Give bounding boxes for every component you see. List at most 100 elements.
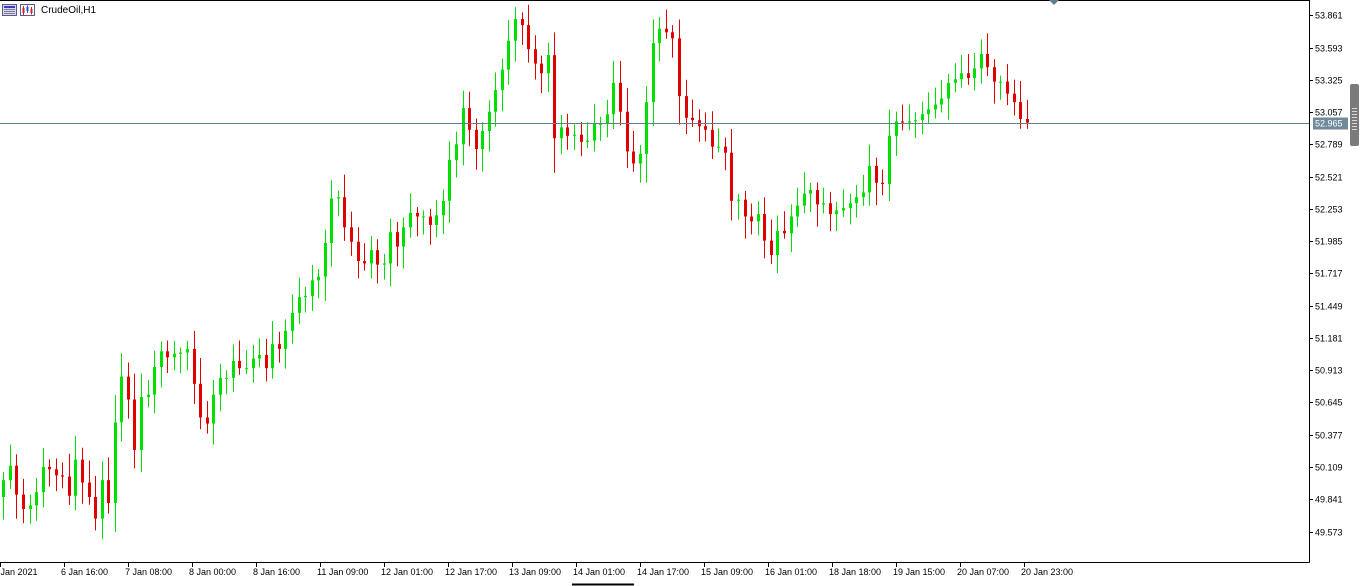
y-tick-label: 53.057 [1315,108,1343,118]
candle-body [888,135,891,184]
candle-body [442,200,445,216]
candle-body [488,111,491,132]
candle-body [291,312,294,331]
candle-body [580,134,583,142]
candle-body [258,354,261,359]
candle-body [376,250,379,265]
candle-body [343,197,346,228]
candle-body [160,351,163,367]
candle-body [566,127,569,136]
candle-body [724,146,727,153]
candle-body [763,214,766,241]
y-tick-label: 52.789 [1315,140,1343,150]
candle-body [967,73,970,79]
y-tick-label: 52.253 [1315,205,1343,215]
candle-body [337,197,340,199]
candle-body [324,242,327,277]
candle-body [252,358,255,369]
candle-body [809,190,812,194]
candle-body [1006,81,1009,94]
candle-body [816,190,819,205]
candle-body [553,55,556,139]
candle-body [783,230,786,234]
candle-body [1026,118,1029,123]
x-tick-label: 12 Jan 17:00 [445,567,497,577]
chart-shift-marker-icon [1049,0,1059,5]
x-tick-label: 15 Jan 09:00 [701,567,753,577]
candle-body [934,104,937,110]
x-tick-label: 14 Jan 17:00 [637,567,689,577]
candle-body [61,475,64,477]
candle-body [304,295,307,298]
candle-body [560,127,563,139]
candle-body [835,210,838,215]
x-tick-label: 11 Jan 09:00 [317,567,368,577]
candle-body [2,480,5,497]
candle-body [179,352,182,354]
candle-body [481,131,484,150]
candle-body [186,348,189,353]
y-tick-label: 51.181 [1315,334,1343,344]
candle-body [711,129,714,147]
candle-body [947,82,950,99]
candle-body [796,205,799,217]
chart-window[interactable]: 53.861 53.593 53.325 53.057 52.789 52.521 52.2… [0,0,1360,586]
candle-body [645,102,648,154]
candle-body [278,344,281,349]
candle-body [133,399,136,451]
candle-body [284,330,287,349]
candle-body [790,216,793,234]
current-price-label: 52.965 [1315,119,1343,129]
candle-body [193,348,196,384]
candle-body [514,19,517,41]
candle-body [803,193,806,206]
candle-body [757,214,760,222]
candle-body [245,368,248,370]
candle-body [776,230,779,256]
candle-body [219,377,222,395]
candle-body [901,121,904,123]
vertical-scroll-handle[interactable] [1350,84,1359,146]
candle-body [409,212,412,228]
candle-body [717,146,720,148]
candle-body [606,114,609,124]
candle-body [547,55,550,74]
candlestick-chart[interactable]: 53.861 53.593 53.325 53.057 52.789 52.521 52.2… [0,0,1360,586]
candle-body [921,114,924,121]
candle-body [1013,93,1016,103]
y-tick-label: 52.521 [1315,173,1343,183]
candle-body [842,208,845,211]
candle-body [29,505,32,510]
candle-body [416,212,419,217]
candle-body [363,261,366,264]
candle-body [940,98,943,105]
x-tick-label: 6 Jan 16:00 [61,567,108,577]
chart-window-icon[interactable] [2,4,17,16]
candle-body [9,465,12,481]
candle-body [704,126,707,130]
candle-body [448,159,451,201]
candle-body [468,108,471,130]
candle-body [127,376,130,400]
y-tick-label: 50.109 [1315,463,1343,473]
candle-body [521,19,524,26]
candle-body [986,53,989,68]
chart-type-icon[interactable] [20,4,35,16]
x-tick-label: 8 Jan 00:00 [189,567,236,577]
candle-body [593,123,596,141]
candle-body [35,492,38,506]
x-tick-label: 7 Jan 08:00 [125,567,172,577]
candle-body [48,466,51,470]
candle-body [691,117,694,121]
candle-body [573,134,576,136]
candle-body [914,120,917,122]
candle-body [107,480,110,504]
y-tick-label: 51.449 [1315,302,1343,312]
candle-body [1019,102,1022,119]
candle-body [370,250,373,264]
candle-body [402,227,405,247]
candle-body [730,152,733,201]
candle-body [42,466,45,493]
x-tick-label: 14 Jan 01:00 [573,567,625,577]
candle-body [357,241,360,262]
